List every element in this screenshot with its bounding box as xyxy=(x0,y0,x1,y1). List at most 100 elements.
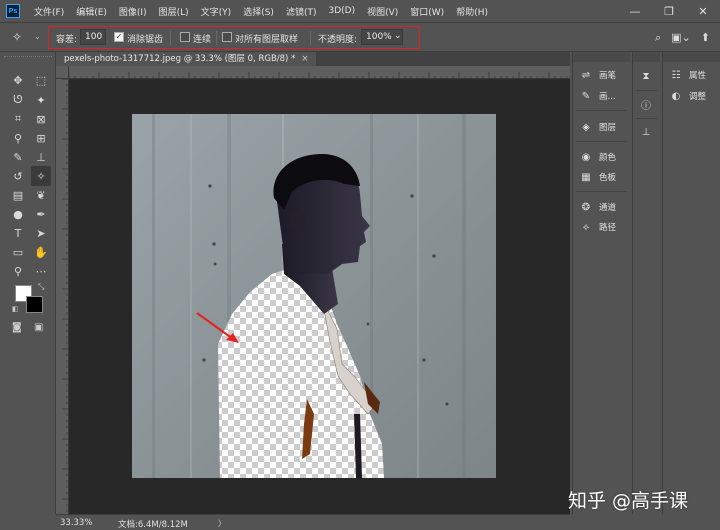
menu-layer[interactable]: 图层(L) xyxy=(153,5,195,18)
zoom-tool-icon[interactable]: ⚲ xyxy=(8,261,28,281)
brush-tool-icon[interactable]: ✎ xyxy=(8,147,28,167)
blur-tool-icon[interactable]: ❦ xyxy=(31,185,51,205)
minimize-button[interactable]: — xyxy=(618,0,652,22)
sample-all-layers-label: 对所有图层取样 xyxy=(235,35,299,45)
panel-label: 通道 xyxy=(599,203,617,213)
document-image[interactable] xyxy=(132,114,496,478)
menu-edit[interactable]: 编辑(E) xyxy=(70,5,113,18)
menu-select[interactable]: 选择(S) xyxy=(237,5,280,18)
menu-type[interactable]: 文字(Y) xyxy=(195,5,238,18)
status-menu-arrow-icon[interactable]: 〉 xyxy=(218,518,226,529)
document-tab[interactable]: pexels-photo-1317712.jpeg @ 33.3% (图层 0,… xyxy=(56,52,317,66)
zhihu-watermark: 知乎 @高手课 xyxy=(568,490,689,512)
zoom-level-field[interactable]: 33.33% xyxy=(60,518,92,528)
sample-all-layers-checkbox[interactable] xyxy=(222,32,232,42)
magic-eraser-preset-icon[interactable]: ✧ xyxy=(12,30,22,44)
vertical-ruler[interactable] xyxy=(56,79,69,514)
magic-wand-tool-icon[interactable]: ✦ xyxy=(31,90,51,110)
panel-tab-adjustments[interactable]: ◐ 调整 xyxy=(669,87,706,105)
menu-3d[interactable]: 3D(D) xyxy=(322,6,361,16)
eyedropper-tool-icon[interactable]: ⚲ xyxy=(8,128,28,148)
type-tool-icon[interactable]: T xyxy=(8,223,28,243)
marquee-tool-icon[interactable]: ⬚ xyxy=(31,70,51,90)
antialias-checkbox[interactable]: ✓ xyxy=(114,32,124,42)
more-tools-icon[interactable]: ⋯ xyxy=(31,261,51,281)
chevron-down-icon[interactable]: ⌄ xyxy=(34,32,41,41)
panel-tab-swatches[interactable]: ▦ 色板 xyxy=(579,168,616,186)
info-icon[interactable]: ⓘ xyxy=(638,96,654,112)
close-tab-icon[interactable]: × xyxy=(301,54,308,64)
default-colors-icon[interactable]: ◧ xyxy=(12,305,19,313)
swap-colors-icon[interactable]: ⤡ xyxy=(38,282,44,292)
photoshop-logo: Ps xyxy=(6,4,20,18)
panel-label: 色板 xyxy=(599,173,617,183)
chevron-down-icon[interactable]: ⌄ xyxy=(394,31,402,41)
menu-view[interactable]: 视图(V) xyxy=(361,5,404,18)
panel-grip[interactable] xyxy=(633,52,660,62)
dodge-tool-icon[interactable]: ● xyxy=(8,204,28,224)
panel-column-2: ⧗ ⓘ ⊥ xyxy=(632,52,660,514)
lasso-tool-icon[interactable]: ᘎ xyxy=(8,90,28,110)
panel-grip[interactable] xyxy=(663,52,720,62)
adjustments-icon: ◐ xyxy=(671,90,681,102)
healing-tool-icon[interactable]: ⊞ xyxy=(31,128,51,148)
maximize-button[interactable]: ❐ xyxy=(652,0,686,22)
path-selection-tool-icon[interactable]: ➤ xyxy=(31,223,51,243)
window-controls: — ❐ ✕ xyxy=(618,0,720,22)
menu-window[interactable]: 窗口(W) xyxy=(404,5,450,18)
hand-tool-icon[interactable]: ✋ xyxy=(31,242,51,262)
pen-tool-icon[interactable]: ✒ xyxy=(31,204,51,224)
panel-tab-channels[interactable]: ❂ 通道 xyxy=(579,198,616,216)
magic-eraser-tool-icon[interactable]: ✧ xyxy=(31,166,51,186)
tolerance-input[interactable]: 100 xyxy=(80,29,106,45)
workspace-icon[interactable]: ▣⌄ xyxy=(671,31,691,45)
opacity-label: 不透明度: xyxy=(318,35,358,45)
close-button[interactable]: ✕ xyxy=(686,0,720,22)
panel-tab-color[interactable]: ◉ 颜色 xyxy=(579,148,616,166)
divider xyxy=(310,31,311,45)
crop-tool-icon[interactable]: ⌗ xyxy=(8,109,28,129)
gradient-tool-icon[interactable]: ▤ xyxy=(8,185,28,205)
background-color-swatch[interactable] xyxy=(26,296,43,313)
divider xyxy=(216,31,217,45)
panel-label: 调整 xyxy=(689,92,707,102)
toolbar-grip[interactable] xyxy=(4,56,52,62)
color-icon: ◉ xyxy=(581,151,591,163)
antialias-label: 消除锯齿 xyxy=(127,35,164,45)
panel-divider xyxy=(576,110,627,111)
menu-help[interactable]: 帮助(H) xyxy=(450,5,494,18)
panel-tab-brushes[interactable]: ⇌ 画笔 xyxy=(579,66,616,84)
move-tool-icon[interactable]: ✥ xyxy=(8,70,28,90)
stamp-tool-icon[interactable]: ⊥ xyxy=(31,147,51,167)
divider xyxy=(170,31,171,45)
properties-icon: ☷ xyxy=(671,69,681,81)
panel-tab-layers[interactable]: ◈ 图层 xyxy=(579,118,616,136)
brushes-icon: ⇌ xyxy=(581,69,591,81)
horizontal-ruler[interactable] xyxy=(69,66,570,79)
menu-file[interactable]: 文件(F) xyxy=(28,5,70,18)
shape-tool-icon[interactable]: ▭ xyxy=(8,242,28,262)
search-icon[interactable]: ⌕ xyxy=(655,31,661,45)
menu-image[interactable]: 图像(I) xyxy=(113,5,153,18)
panel-label: 图层 xyxy=(599,123,617,133)
panel-divider xyxy=(636,118,657,119)
panel-tab-properties[interactable]: ☷ 属性 xyxy=(669,66,707,84)
history-brush-tool-icon[interactable]: ↺ xyxy=(8,166,28,186)
canvas-area[interactable] xyxy=(69,79,570,514)
ruler-corner xyxy=(56,66,69,79)
clone-source-icon[interactable]: ⊥ xyxy=(638,124,654,140)
screen-mode-icon[interactable]: ▣ xyxy=(34,322,43,333)
share-icon[interactable]: ⬆ xyxy=(701,31,710,45)
brush-settings-icon: ✎ xyxy=(581,90,591,102)
ear xyxy=(291,209,305,231)
history-icon[interactable]: ⧗ xyxy=(638,68,654,84)
frame-tool-icon[interactable]: ⊠ xyxy=(31,109,51,129)
contiguous-checkbox[interactable] xyxy=(180,32,190,42)
menu-filter[interactable]: 滤镜(T) xyxy=(280,5,323,18)
panel-grip[interactable] xyxy=(573,52,630,62)
panel-label: 颜色 xyxy=(599,153,617,163)
panel-tab-paths[interactable]: ⟡ 路径 xyxy=(579,218,616,236)
quick-mask-icon[interactable]: ◙ xyxy=(12,322,22,333)
panel-divider xyxy=(576,191,627,192)
panel-tab-brush-settings[interactable]: ✎ 画... xyxy=(579,87,616,105)
